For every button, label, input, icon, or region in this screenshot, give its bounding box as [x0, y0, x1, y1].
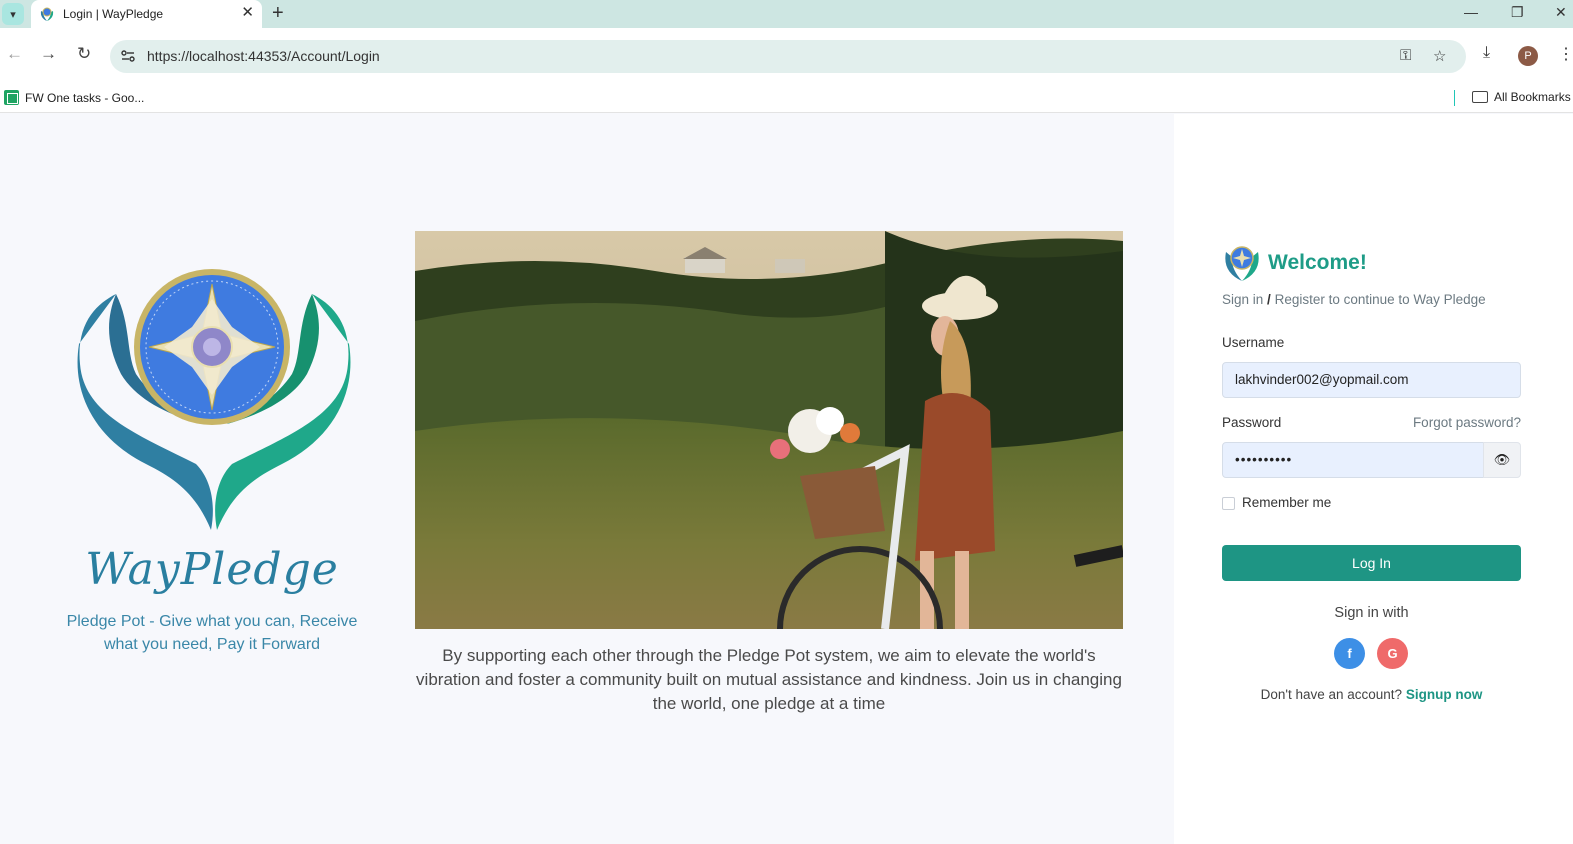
waypledge-favicon-icon: [40, 7, 54, 21]
url-text[interactable]: https://localhost:44353/Account/Login: [147, 48, 380, 64]
google-login-button[interactable]: G: [1377, 638, 1408, 669]
remember-me-label[interactable]: Remember me: [1242, 495, 1331, 510]
bookmark-star-icon[interactable]: ☆: [1433, 47, 1446, 65]
tab-title: Login | WayPledge: [63, 7, 164, 21]
login-page: WayPledge Pledge Pot - Give what you can…: [0, 114, 1573, 844]
mission-statement: By supporting each other through the Ple…: [416, 646, 1122, 713]
new-tab-button[interactable]: +: [272, 2, 284, 24]
sign-in-text: Sign in: [1222, 292, 1264, 307]
facebook-login-button[interactable]: f: [1334, 638, 1365, 669]
brand-tagline: Pledge Pot - Give what you can, Receive …: [66, 613, 358, 653]
brand-name: WayPledge: [85, 544, 339, 595]
no-account-text: Don't have an account?: [1260, 687, 1403, 702]
menu-kebab-icon[interactable]: ⋮: [1558, 44, 1573, 64]
sign-in-with-heading: Sign in with: [1334, 605, 1409, 621]
hero-photo-illustration: [415, 231, 1123, 629]
minimize-icon[interactable]: —: [1464, 4, 1478, 20]
welcome-heading: Welcome!: [1222, 244, 1367, 282]
google-icon: G: [1387, 646, 1398, 661]
bookmark-label: FW One tasks - Goo...: [25, 90, 145, 105]
password-label: Password: [1222, 415, 1282, 430]
google-sheets-icon: [4, 90, 19, 105]
restore-icon[interactable]: ❐: [1511, 4, 1524, 21]
login-subtitle: Sign in / Register to continue to Way Pl…: [1222, 292, 1486, 307]
username-label: Username: [1222, 335, 1285, 350]
bookmarks-bar: FW One tasks - Goo... All Bookmarks: [0, 84, 1573, 113]
signup-link[interactable]: Signup now: [1406, 687, 1483, 702]
forgot-password-link[interactable]: Forgot password?: [1404, 415, 1521, 430]
signup-prompt: Don't have an account? Signup now: [1222, 687, 1521, 702]
profile-avatar[interactable]: P: [1518, 46, 1538, 66]
site-settings-icon[interactable]: [120, 48, 136, 64]
password-input[interactable]: ••••••••••: [1222, 442, 1484, 478]
remember-me-checkbox[interactable]: [1222, 497, 1235, 510]
address-bar[interactable]: https://localhost:44353/Account/Login ⚿ …: [110, 40, 1466, 73]
subtitle-slash: /: [1267, 292, 1271, 307]
all-bookmarks-label: All Bookmarks: [1494, 90, 1571, 104]
login-button[interactable]: Log In: [1222, 545, 1521, 581]
tab-close-icon[interactable]: ✕: [241, 5, 254, 21]
forward-arrow-icon[interactable]: →: [40, 44, 57, 64]
waypledge-logo-icon: [77, 269, 351, 530]
reload-icon[interactable]: ↻: [77, 44, 91, 64]
browser-tab[interactable]: Login | WayPledge ✕: [31, 0, 262, 28]
bookmark-fw-one-tasks[interactable]: FW One tasks - Goo...: [4, 90, 144, 105]
password-key-icon[interactable]: ⚿: [1400, 47, 1411, 64]
browser-toolbar: ← → ↻ https://localhost:44353/Account/Lo…: [0, 28, 1573, 84]
close-window-icon[interactable]: ✕: [1555, 4, 1567, 21]
show-password-eye-icon[interactable]: 👁: [1483, 442, 1521, 478]
register-text: Register to continue to Way Pledge: [1274, 292, 1486, 307]
back-arrow-icon[interactable]: ←: [6, 44, 23, 64]
username-input[interactable]: lakhvinder002@yopmail.com: [1222, 362, 1521, 398]
hero-image: [415, 231, 1123, 629]
browser-tab-strip: ▾ Login | WayPledge ✕ + — ❐ ✕: [0, 0, 1573, 28]
download-icon[interactable]: ⤓: [1483, 44, 1490, 62]
bookmarks-divider: [1454, 90, 1455, 106]
facebook-icon: f: [1347, 646, 1352, 661]
login-panel: Welcome! Sign in / Register to continue …: [1174, 114, 1573, 844]
tab-search-chevron-icon[interactable]: ▾: [2, 3, 24, 25]
welcome-title: Welcome!: [1268, 251, 1367, 274]
waypledge-small-logo-icon: [1225, 246, 1259, 281]
folder-icon: [1472, 91, 1488, 103]
all-bookmarks-button[interactable]: All Bookmarks: [1472, 90, 1571, 104]
